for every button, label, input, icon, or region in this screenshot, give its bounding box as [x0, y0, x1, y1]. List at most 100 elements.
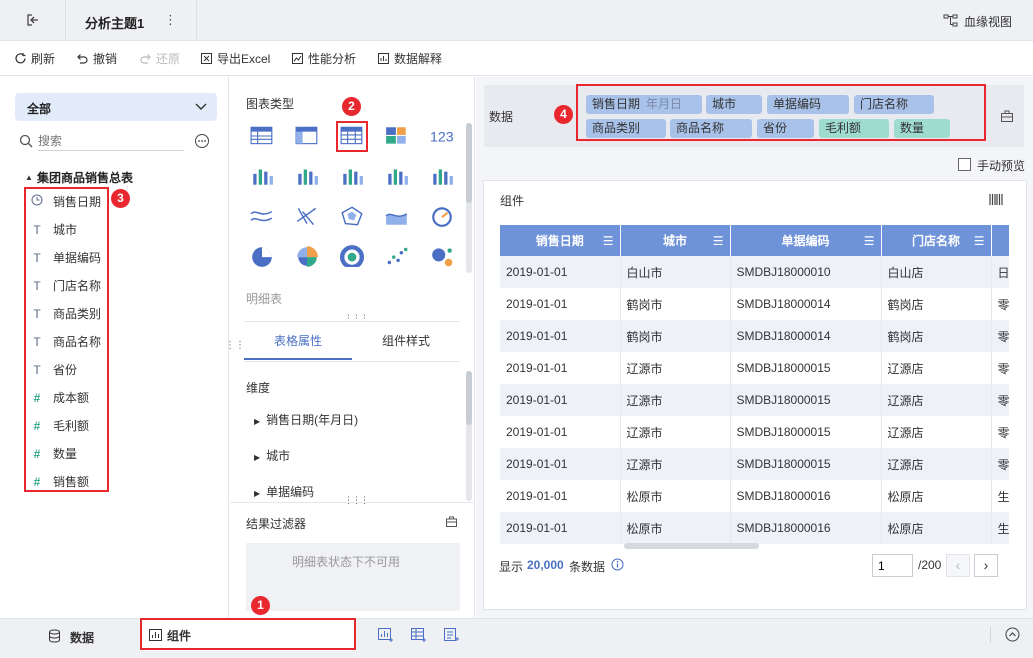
prev-page-button[interactable]: ‹ [946, 554, 970, 577]
dimension-label: 销售日期(年月日) [266, 413, 359, 427]
sort-icon[interactable]: ☰ [713, 234, 724, 248]
chevron-right-icon: › [983, 557, 989, 573]
table-cell: SMDBJ18000014 [730, 288, 882, 320]
column-header[interactable]: 门店名称 ☰ [881, 225, 992, 256]
field-category-dropdown[interactable]: 全部 [15, 93, 217, 121]
add-table-icon[interactable] [411, 628, 427, 645]
footer-count: 20,000 [527, 558, 564, 572]
add-chart-icon[interactable] [378, 628, 394, 645]
table-row[interactable]: 2019-01-01 辽源市 SMDBJ18000015 辽源店零 [500, 352, 1009, 384]
sort-icon[interactable]: ☰ [864, 234, 875, 248]
line-chart-icon[interactable] [250, 205, 274, 227]
sort-icon[interactable]: ☰ [974, 234, 985, 248]
cross-table-icon[interactable] [250, 125, 274, 147]
multi-bar-icon[interactable] [295, 165, 319, 187]
kpi-number-icon[interactable]: 123 [430, 125, 454, 147]
more-options-icon[interactable] [194, 133, 210, 152]
lineage-icon[interactable] [942, 13, 958, 27]
table-cell: 松原店 [881, 480, 992, 512]
lineage-view-button[interactable]: 血缘视图 [964, 13, 1012, 30]
next-page-button[interactable]: › [974, 554, 998, 577]
table-row[interactable]: 2019-01-01 白山市 SMDBJ18000010 白山店日 [500, 256, 1009, 288]
column-header[interactable]: 单据编码 ☰ [730, 225, 882, 256]
props-scrollbar[interactable] [466, 371, 472, 501]
pane-splitter-handle[interactable]: ⋮⋮ [225, 340, 245, 351]
data-label: 数据 [489, 110, 514, 124]
redo-button[interactable]: 还原 [139, 50, 180, 67]
search-input[interactable] [38, 131, 184, 151]
table-row[interactable]: 2019-01-01 松原市 SMDBJ18000016 松原店生 [500, 480, 1009, 512]
ring-chart-icon[interactable] [340, 245, 364, 270]
undo-button[interactable]: 撤销 [76, 50, 117, 67]
dimension-item[interactable]: ▶ 单据编码 [254, 483, 314, 500]
tab-table-properties[interactable]: 表格属性 [244, 322, 352, 360]
manual-preview-checkbox[interactable] [958, 158, 971, 171]
gauge-icon[interactable] [430, 205, 454, 227]
chart-scrollbar[interactable] [466, 123, 472, 273]
polygon-radar-icon[interactable] [340, 205, 364, 227]
table-row[interactable]: 2019-01-01 鹤岗市 SMDBJ18000014 鹤岗店零 [500, 320, 1009, 352]
table-row[interactable]: 2019-01-01 辽源市 SMDBJ18000015 辽源店零 [500, 384, 1009, 416]
group-table-icon[interactable] [295, 125, 319, 147]
table-cell: 辽源店 [881, 416, 992, 448]
highlight-component-tab [140, 618, 356, 650]
page-number-input[interactable] [872, 554, 913, 577]
bubble-icon[interactable] [430, 245, 454, 267]
dimension-item[interactable]: ▶ 城市 [254, 447, 290, 464]
pie-chart-icon[interactable] [250, 245, 274, 267]
grouped-bar-icon[interactable] [340, 165, 364, 187]
column-header[interactable] [991, 225, 1009, 256]
exit-icon[interactable] [25, 12, 41, 28]
table-cell: 辽源店 [881, 448, 992, 480]
column-header-label: 门店名称 [911, 234, 960, 248]
column-header[interactable]: 城市 ☰ [620, 225, 731, 256]
analysis-title[interactable]: 分析主题1 [85, 13, 144, 32]
table-row[interactable]: 2019-01-01 辽源市 SMDBJ18000015 辽源店零 [500, 416, 1009, 448]
info-icon[interactable] [611, 558, 624, 574]
manual-preview-label: 手动预览 [977, 159, 1026, 173]
dimension-item[interactable]: ▶ 销售日期(年月日) [254, 411, 358, 428]
table-row[interactable]: 2019-01-01 松原市 SMDBJ18000016 松原店生 [500, 512, 1009, 544]
rose-chart-icon[interactable] [295, 245, 319, 267]
filter-disabled-text: 明细表状态下不可用 [292, 555, 401, 569]
tab-component-style[interactable]: 组件样式 [352, 322, 460, 360]
sort-icon[interactable]: ☰ [603, 234, 614, 248]
table-cell: 鹤岗店 [881, 288, 992, 320]
table-row[interactable]: 2019-01-01 鹤岗市 SMDBJ18000014 鹤岗店零 [500, 288, 1009, 320]
more-icon[interactable]: ⋮ [164, 12, 177, 28]
chevron-left-icon: ‹ [955, 557, 961, 573]
data-explain-button[interactable]: 数据解释 [377, 50, 442, 67]
horizontal-bar-icon[interactable] [385, 165, 409, 187]
table-cell: 零 [991, 352, 1009, 384]
collapse-up-icon[interactable] [1005, 627, 1020, 645]
highlight-table-chart-type [336, 121, 368, 152]
performance-analysis-label: 性能分析 [308, 52, 357, 66]
drag-handle-icon[interactable]: ⋮⋮⋮ [344, 495, 369, 506]
export-excel-button[interactable]: 导出Excel [200, 50, 270, 67]
table-cell: 零 [991, 448, 1009, 480]
table-cell: 辽源店 [881, 384, 992, 416]
horizontal-scrollbar[interactable] [624, 543, 759, 549]
table-name[interactable]: 集团商品销售总表 [37, 169, 133, 186]
export-excel-label: 导出Excel [217, 52, 271, 66]
scatter-icon[interactable] [385, 245, 409, 267]
refresh-button[interactable]: 刷新 [14, 50, 55, 67]
filter-settings-icon[interactable] [445, 515, 458, 531]
footer-suffix: 条数据 [569, 560, 606, 574]
table-row[interactable]: 2019-01-01 辽源市 SMDBJ18000015 辽源店零 [500, 448, 1009, 480]
column-header[interactable]: 销售日期 ☰ [500, 225, 621, 256]
color-blocks-icon[interactable] [385, 125, 409, 147]
area-chart-icon[interactable] [385, 205, 409, 227]
radar-line-icon[interactable] [295, 205, 319, 227]
data-tab[interactable]: 数据 [70, 629, 94, 646]
barcode-icon[interactable] [989, 193, 1003, 209]
performance-analysis-button[interactable]: 性能分析 [291, 50, 356, 67]
add-text-icon[interactable] [444, 628, 460, 645]
caret-right-icon: ▶ [254, 417, 261, 426]
settings-box-icon[interactable] [1000, 109, 1014, 126]
range-bar-icon[interactable] [430, 165, 454, 187]
expand-triangle-icon[interactable]: ▲ [25, 173, 33, 182]
chart-config-panel: 图表类型 123 明细表 ⋮⋮⋮ 表格属性 组件样式 维度 ▶ 销售日期(年月日)… [230, 77, 475, 618]
stacked-bar-icon[interactable] [250, 165, 274, 187]
table-cell: 2019-01-01 [500, 512, 621, 544]
